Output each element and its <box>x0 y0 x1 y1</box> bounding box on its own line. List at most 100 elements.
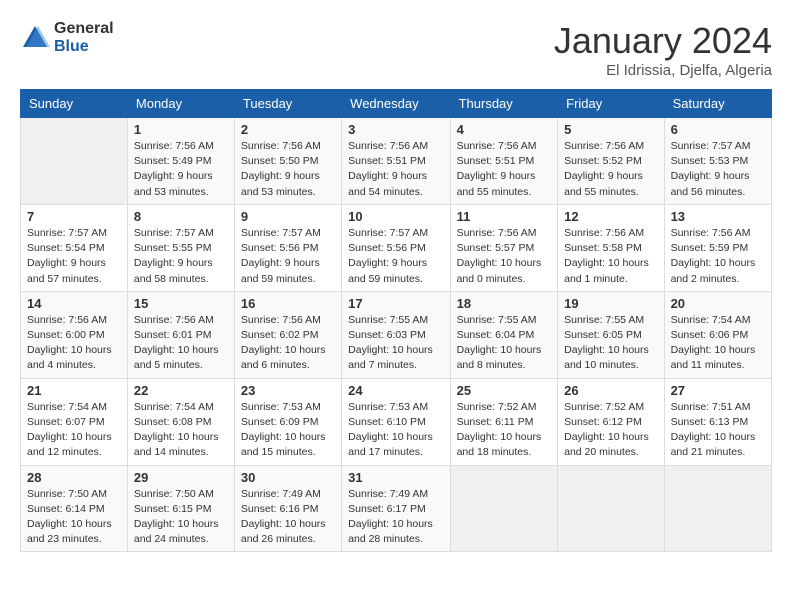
calendar-cell: 2 Sunrise: 7:56 AM Sunset: 5:50 PM Daylig… <box>234 118 341 205</box>
day-info: Sunrise: 7:56 AM Sunset: 5:49 PM Dayligh… <box>134 139 228 200</box>
calendar-title: January 2024 <box>554 20 772 62</box>
day-number: 14 <box>27 296 121 311</box>
day-number: 23 <box>241 383 335 398</box>
day-info: Sunrise: 7:57 AM Sunset: 5:55 PM Dayligh… <box>134 226 228 287</box>
day-info: Sunrise: 7:56 AM Sunset: 6:02 PM Dayligh… <box>241 313 335 374</box>
day-number: 20 <box>671 296 765 311</box>
calendar-cell: 4 Sunrise: 7:56 AM Sunset: 5:51 PM Daylig… <box>450 118 558 205</box>
day-number: 13 <box>671 209 765 224</box>
calendar-cell: 29Sunrise: 7:50 AM Sunset: 6:15 PM Dayli… <box>127 465 234 552</box>
day-info: Sunrise: 7:55 AM Sunset: 6:04 PM Dayligh… <box>457 313 552 374</box>
calendar-cell: 22 Sunrise: 7:54 AM Sunset: 6:08 PM Dayli… <box>127 378 234 465</box>
day-info: Sunrise: 7:56 AM Sunset: 5:58 PM Dayligh… <box>564 226 657 287</box>
calendar-table: SundayMondayTuesdayWednesdayThursdayFrid… <box>20 89 772 552</box>
calendar-cell: 3 Sunrise: 7:56 AM Sunset: 5:51 PM Daylig… <box>342 118 450 205</box>
day-number: 27 <box>671 383 765 398</box>
day-number: 26 <box>564 383 657 398</box>
day-number: 22 <box>134 383 228 398</box>
day-info: Sunrise: 7:52 AM Sunset: 6:11 PM Dayligh… <box>457 400 552 461</box>
day-info: Sunrise: 7:56 AM Sunset: 6:00 PM Dayligh… <box>27 313 121 374</box>
calendar-cell: 1 Sunrise: 7:56 AM Sunset: 5:49 PM Daylig… <box>127 118 234 205</box>
week-row-5: 28 Sunrise: 7:50 AM Sunset: 6:14 PM Dayli… <box>21 465 772 552</box>
calendar-cell: 8 Sunrise: 7:57 AM Sunset: 5:55 PM Daylig… <box>127 204 234 291</box>
calendar-cell: 21Sunrise: 7:54 AM Sunset: 6:07 PM Dayli… <box>21 378 128 465</box>
day-number: 28 <box>27 470 121 485</box>
day-number: 15 <box>134 296 228 311</box>
logo-blue-text: Blue <box>54 38 114 56</box>
day-number: 21 <box>27 383 121 398</box>
day-info: Sunrise: 7:57 AM Sunset: 5:56 PM Dayligh… <box>241 226 335 287</box>
header-friday: Friday <box>558 90 664 118</box>
calendar-cell: 10 Sunrise: 7:57 AM Sunset: 5:56 PM Dayli… <box>342 204 450 291</box>
calendar-cell: 7 Sunrise: 7:57 AM Sunset: 5:54 PM Daylig… <box>21 204 128 291</box>
calendar-cell: 28 Sunrise: 7:50 AM Sunset: 6:14 PM Dayli… <box>21 465 128 552</box>
calendar-cell <box>21 118 128 205</box>
logo-icon <box>20 23 50 53</box>
header-thursday: Thursday <box>450 90 558 118</box>
calendar-cell: 6Sunrise: 7:57 AM Sunset: 5:53 PM Daylig… <box>664 118 771 205</box>
day-number: 8 <box>134 209 228 224</box>
logo-text: General Blue <box>54 20 114 55</box>
day-info: Sunrise: 7:49 AM Sunset: 6:17 PM Dayligh… <box>348 487 443 548</box>
day-number: 1 <box>134 122 228 137</box>
day-number: 29 <box>134 470 228 485</box>
calendar-subtitle: El Idrissia, Djelfa, Algeria <box>554 62 772 79</box>
day-info: Sunrise: 7:51 AM Sunset: 6:13 PM Dayligh… <box>671 400 765 461</box>
calendar-cell: 13 Sunrise: 7:56 AM Sunset: 5:59 PM Dayli… <box>664 204 771 291</box>
calendar-cell <box>450 465 558 552</box>
logo: General Blue <box>20 20 114 55</box>
day-number: 25 <box>457 383 552 398</box>
day-number: 24 <box>348 383 443 398</box>
day-number: 9 <box>241 209 335 224</box>
day-number: 10 <box>348 209 443 224</box>
calendar-cell: 9 Sunrise: 7:57 AM Sunset: 5:56 PM Daylig… <box>234 204 341 291</box>
week-row-3: 14 Sunrise: 7:56 AM Sunset: 6:00 PM Dayli… <box>21 291 772 378</box>
logo-general-text: General <box>54 20 114 38</box>
calendar-cell: 23 Sunrise: 7:53 AM Sunset: 6:09 PM Dayli… <box>234 378 341 465</box>
day-info: Sunrise: 7:56 AM Sunset: 5:51 PM Dayligh… <box>457 139 552 200</box>
day-number: 5 <box>564 122 657 137</box>
day-info: Sunrise: 7:56 AM Sunset: 5:59 PM Dayligh… <box>671 226 765 287</box>
calendar-cell: 14 Sunrise: 7:56 AM Sunset: 6:00 PM Dayli… <box>21 291 128 378</box>
calendar-cell: 15 Sunrise: 7:56 AM Sunset: 6:01 PM Dayli… <box>127 291 234 378</box>
calendar-cell: 25 Sunrise: 7:52 AM Sunset: 6:11 PM Dayli… <box>450 378 558 465</box>
day-info: Sunrise: 7:54 AM Sunset: 6:08 PM Dayligh… <box>134 400 228 461</box>
day-number: 3 <box>348 122 443 137</box>
day-info: Sunrise: 7:55 AM Sunset: 6:03 PM Dayligh… <box>348 313 443 374</box>
calendar-cell: 16 Sunrise: 7:56 AM Sunset: 6:02 PM Dayli… <box>234 291 341 378</box>
day-number: 17 <box>348 296 443 311</box>
day-info: Sunrise: 7:57 AM Sunset: 5:53 PM Dayligh… <box>671 139 765 200</box>
calendar-cell: 31 Sunrise: 7:49 AM Sunset: 6:17 PM Dayli… <box>342 465 450 552</box>
day-info: Sunrise: 7:54 AM Sunset: 6:06 PM Dayligh… <box>671 313 765 374</box>
calendar-cell: 17 Sunrise: 7:55 AM Sunset: 6:03 PM Dayli… <box>342 291 450 378</box>
calendar-cell: 18Sunrise: 7:55 AM Sunset: 6:04 PM Dayli… <box>450 291 558 378</box>
day-number: 11 <box>457 209 552 224</box>
week-row-1: 1 Sunrise: 7:56 AM Sunset: 5:49 PM Daylig… <box>21 118 772 205</box>
day-info: Sunrise: 7:56 AM Sunset: 5:51 PM Dayligh… <box>348 139 443 200</box>
header-sunday: Sunday <box>21 90 128 118</box>
day-number: 2 <box>241 122 335 137</box>
day-number: 31 <box>348 470 443 485</box>
day-info: Sunrise: 7:53 AM Sunset: 6:09 PM Dayligh… <box>241 400 335 461</box>
calendar-cell: 11Sunrise: 7:56 AM Sunset: 5:57 PM Dayli… <box>450 204 558 291</box>
day-info: Sunrise: 7:53 AM Sunset: 6:10 PM Dayligh… <box>348 400 443 461</box>
day-number: 4 <box>457 122 552 137</box>
day-number: 16 <box>241 296 335 311</box>
day-number: 7 <box>27 209 121 224</box>
calendar-cell: 24 Sunrise: 7:53 AM Sunset: 6:10 PM Dayli… <box>342 378 450 465</box>
day-info: Sunrise: 7:57 AM Sunset: 5:54 PM Dayligh… <box>27 226 121 287</box>
day-info: Sunrise: 7:56 AM Sunset: 5:52 PM Dayligh… <box>564 139 657 200</box>
day-info: Sunrise: 7:52 AM Sunset: 6:12 PM Dayligh… <box>564 400 657 461</box>
calendar-cell: 20 Sunrise: 7:54 AM Sunset: 6:06 PM Dayli… <box>664 291 771 378</box>
day-info: Sunrise: 7:57 AM Sunset: 5:56 PM Dayligh… <box>348 226 443 287</box>
day-info: Sunrise: 7:56 AM Sunset: 5:50 PM Dayligh… <box>241 139 335 200</box>
calendar-cell: 19Sunrise: 7:55 AM Sunset: 6:05 PM Dayli… <box>558 291 664 378</box>
day-info: Sunrise: 7:50 AM Sunset: 6:14 PM Dayligh… <box>27 487 121 548</box>
page-header: General Blue January 2024 El Idrissia, D… <box>20 20 772 79</box>
header-saturday: Saturday <box>664 90 771 118</box>
calendar-cell <box>664 465 771 552</box>
header-wednesday: Wednesday <box>342 90 450 118</box>
calendar-cell: 30Sunrise: 7:49 AM Sunset: 6:16 PM Dayli… <box>234 465 341 552</box>
title-block: January 2024 El Idrissia, Djelfa, Algeri… <box>554 20 772 79</box>
day-info: Sunrise: 7:56 AM Sunset: 6:01 PM Dayligh… <box>134 313 228 374</box>
